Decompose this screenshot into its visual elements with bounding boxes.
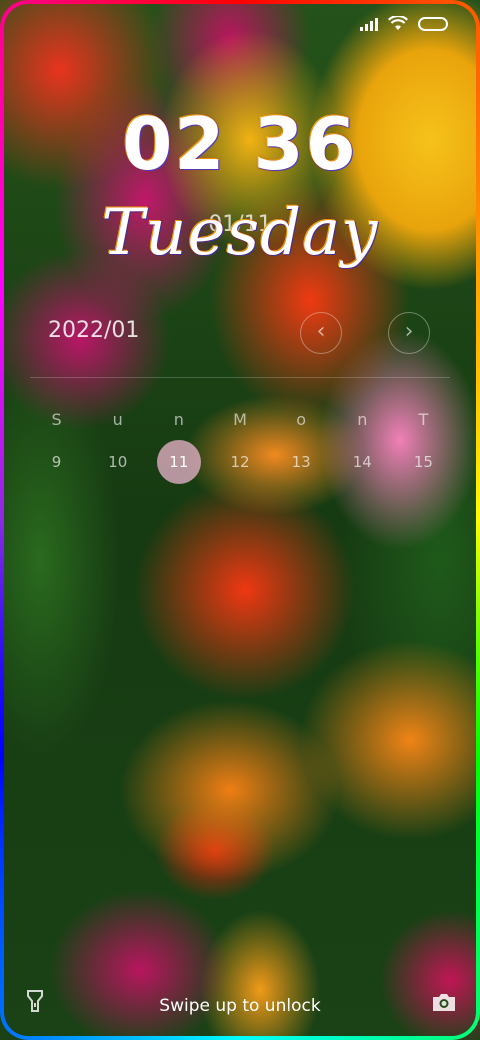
day-name: o	[296, 410, 307, 429]
chevron-right-icon: ›	[404, 319, 414, 344]
chevron-left-icon: ‹	[316, 319, 326, 344]
weekday-label: Tuesday	[101, 196, 379, 270]
calendar-divider	[30, 377, 450, 378]
signal-icon	[360, 17, 378, 31]
day-name: n	[357, 410, 368, 429]
prev-month-button[interactable]: ‹	[300, 312, 342, 354]
day-name: n	[173, 410, 184, 429]
day-name: S	[51, 410, 62, 429]
lock-screen[interactable]: 02 36 01/11 Tuesday 2022/01 ‹ › S u n M …	[0, 0, 480, 1040]
calendar-day-selected-label: 11	[169, 453, 189, 471]
day-name: M	[233, 410, 247, 429]
calendar-day-selected[interactable]: 11	[148, 440, 209, 484]
calendar-month: 2022/01	[48, 318, 140, 343]
day-name: u	[112, 410, 123, 429]
calendar-day[interactable]: 9	[26, 440, 87, 484]
clock-time: 02 36	[122, 102, 358, 186]
calendar-day[interactable]: 13	[271, 440, 332, 484]
camera-icon	[433, 994, 455, 1011]
unlock-hint: Swipe up to unlock	[159, 996, 321, 1016]
calendar-day-names: S u n M o n T	[26, 410, 454, 429]
calendar-days: 9 10 11 12 13 14 15	[26, 440, 454, 484]
battery-icon	[418, 16, 448, 31]
calendar-day[interactable]: 12	[209, 440, 270, 484]
camera-button[interactable]	[432, 992, 456, 1016]
wifi-icon	[388, 16, 408, 31]
calendar-day[interactable]: 10	[87, 440, 148, 484]
next-month-button[interactable]: ›	[388, 312, 430, 354]
calendar-day[interactable]: 14	[332, 440, 393, 484]
status-bar	[360, 16, 448, 31]
calendar-day[interactable]: 15	[393, 440, 454, 484]
day-name: T	[418, 410, 429, 429]
